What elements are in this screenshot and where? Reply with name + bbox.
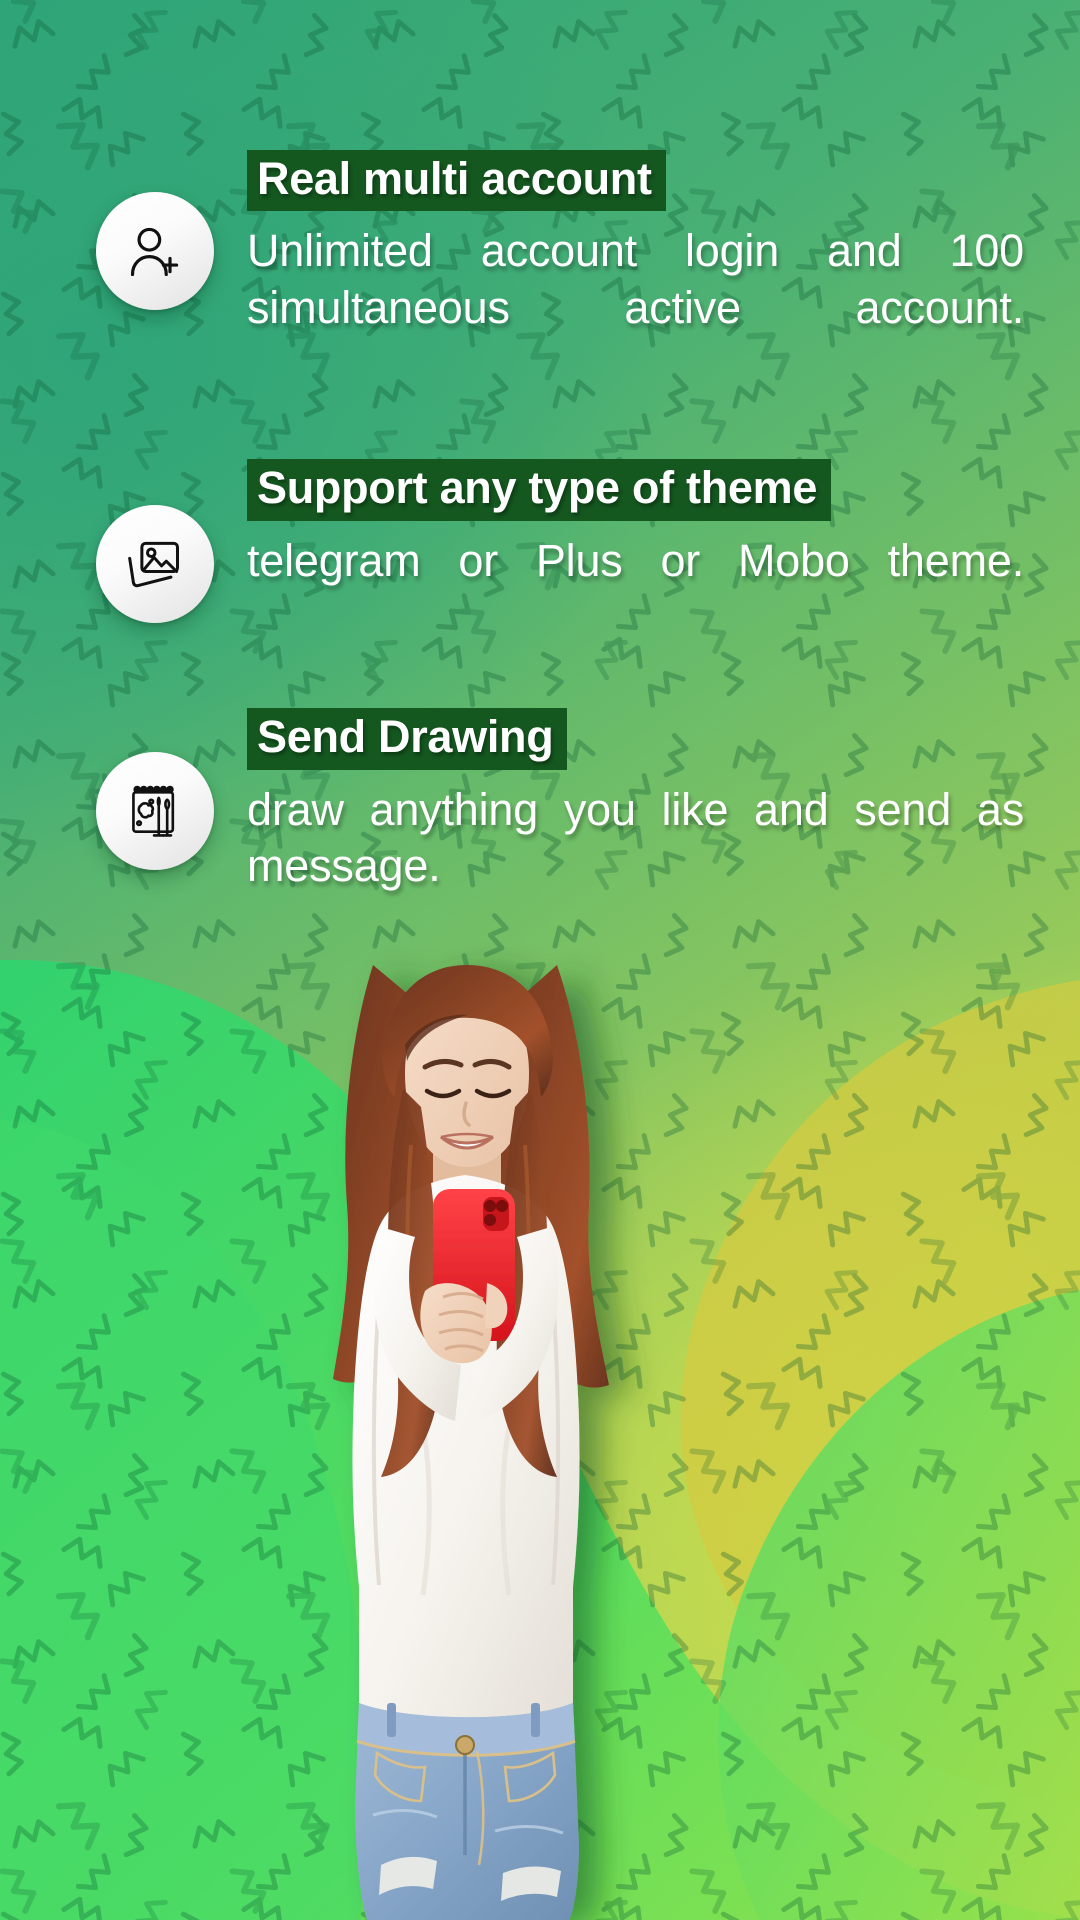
woman-holding-phone-illustration [255,845,675,1920]
add-user-icon [125,221,185,281]
feature-heading: Send Drawing [247,708,568,770]
feature-text: Support any type of theme telegram or Pl… [214,457,1024,646]
feature-text: Real multi account Unlimited account log… [214,148,1024,393]
feature-item-support-any-theme: Support any type of theme telegram or Pl… [96,457,1024,646]
feature-list: Real multi account Unlimited account log… [0,148,1080,952]
feature-body: telegram or Plus or Mobo theme. [247,534,1024,586]
feature-heading: Real multi account [247,150,666,212]
image-gallery-icon [125,534,185,594]
feature-icon-badge [96,192,214,310]
feature-body: Unlimited account login and 100 simultan… [247,225,1024,334]
feature-icon-badge [96,752,214,871]
feature-heading: Support any type of theme [247,459,832,521]
sketchbook-drawing-icon [125,781,185,841]
poster-canvas: Real multi account Unlimited account log… [0,0,1080,1920]
feature-icon-badge [96,505,214,624]
feature-item-real-multi-account: Real multi account Unlimited account log… [96,148,1024,393]
